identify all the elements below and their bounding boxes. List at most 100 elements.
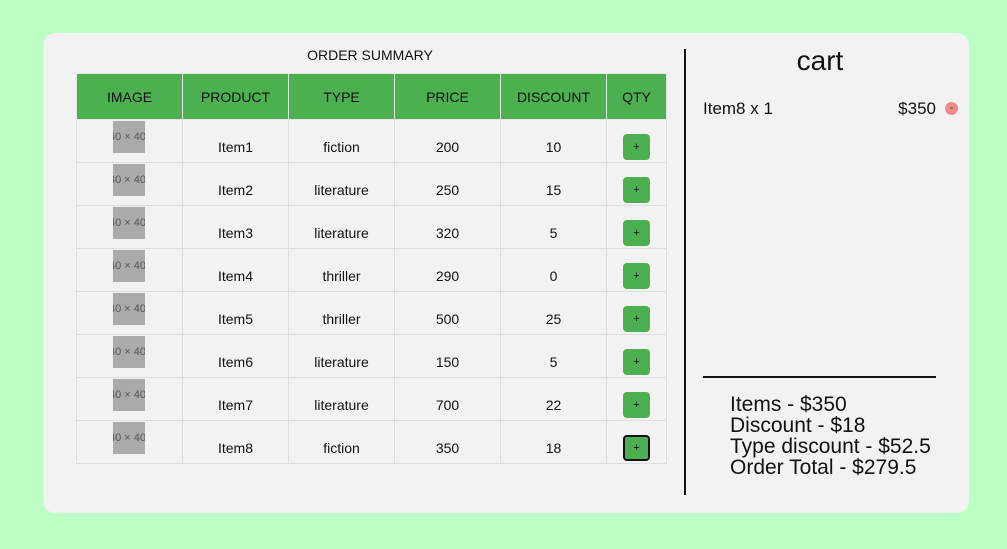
add-to-cart-button[interactable]: + [623,220,650,246]
product-price: 350 [435,440,460,456]
order-summary-table: IMAGE PRODUCT TYPE PRICE DISCOUNT QTY 40… [76,73,667,464]
product-price: 500 [435,311,460,327]
product-name: Item8 [217,440,253,456]
type-cell: literature [288,205,395,249]
product-name: Item2 [217,182,253,198]
price-cell: 320 [394,205,501,249]
product-name: Item7 [217,397,253,413]
product-image-placeholder: 40 × 40 [113,121,145,153]
product-image-placeholder: 40 × 40 [113,250,145,282]
image-cell: 40 × 40 [76,248,183,292]
add-to-cart-button[interactable]: + [623,392,650,418]
product-cell: Item1 [182,119,289,163]
qty-cell: + [606,205,667,249]
vertical-divider [684,49,686,495]
product-type: literature [314,354,369,370]
image-cell: 40 × 40 [76,377,183,421]
product-price: 150 [435,354,460,370]
product-image-placeholder: 40 × 40 [113,164,145,196]
cart-totals: Items - $350 Discount - $18 Type discoun… [730,394,931,478]
column-header-product: PRODUCT [182,73,289,120]
discount-cell: 18 [500,420,607,464]
column-header-type: TYPE [288,73,395,120]
product-discount: 5 [549,225,558,241]
price-cell: 700 [394,377,501,421]
price-cell: 500 [394,291,501,335]
remove-item-button[interactable]: - [945,102,958,115]
cart-title: cart [796,45,844,76]
add-to-cart-button[interactable]: + [623,134,650,160]
type-cell: literature [288,377,395,421]
table-header-row: IMAGE PRODUCT TYPE PRICE DISCOUNT QTY [76,73,667,120]
table-row: 40 × 40 Item5 thriller 500 25 + [76,291,667,335]
product-image-placeholder: 40 × 40 [113,379,145,411]
product-price: 320 [435,225,460,241]
discount-cell: 5 [500,205,607,249]
type-cell: fiction [288,119,395,163]
product-type: fiction [323,139,360,155]
product-price: 200 [435,139,460,155]
product-name: Item3 [217,225,253,241]
product-type: fiction [323,440,360,456]
product-cell: Item3 [182,205,289,249]
product-cell: Item5 [182,291,289,335]
product-discount: 25 [545,311,562,327]
table-row: 40 × 40 Item3 literature 320 5 + [76,205,667,249]
product-price: 250 [435,182,460,198]
image-cell: 40 × 40 [76,205,183,249]
qty-cell: + [606,162,667,206]
product-image-placeholder: 40 × 40 [113,293,145,325]
qty-cell: + [606,248,667,292]
image-cell: 40 × 40 [76,119,183,163]
qty-cell: + [606,420,667,464]
product-type: thriller [322,268,361,284]
price-cell: 250 [394,162,501,206]
product-name: Item1 [217,139,253,155]
table-row: 40 × 40 Item7 literature 700 22 + [76,377,667,421]
table-row: 40 × 40 Item8 fiction 350 18 + [76,420,667,464]
product-name: Item4 [217,268,253,284]
product-discount: 5 [549,354,558,370]
qty-cell: + [606,291,667,335]
cart-item: Item8 x 1 $350 - [703,99,959,119]
product-image-placeholder: 40 × 40 [113,207,145,239]
column-header-price: PRICE [394,73,501,120]
product-image-placeholder: 40 × 40 [113,336,145,368]
table-row: 40 × 40 Item2 literature 250 15 + [76,162,667,206]
product-cell: Item2 [182,162,289,206]
add-to-cart-button[interactable]: + [623,306,650,332]
product-type: literature [314,397,369,413]
product-image-placeholder: 40 × 40 [113,422,145,454]
product-name: Item6 [217,354,253,370]
add-to-cart-button[interactable]: + [623,263,650,289]
cart-item-price: $350 [898,99,936,118]
add-to-cart-button[interactable]: + [623,177,650,203]
table-row: 40 × 40 Item1 fiction 200 10 + [76,119,667,163]
add-to-cart-button[interactable]: + [623,349,650,375]
product-discount: 0 [549,268,558,284]
product-cell: Item8 [182,420,289,464]
type-cell: literature [288,334,395,378]
qty-cell: + [606,119,667,163]
add-to-cart-button[interactable]: + [623,435,650,461]
price-cell: 350 [394,420,501,464]
product-name: Item5 [217,311,253,327]
qty-cell: + [606,377,667,421]
product-cell: Item6 [182,334,289,378]
discount-cell: 0 [500,248,607,292]
discount-cell: 5 [500,334,607,378]
price-cell: 290 [394,248,501,292]
cart-item-label: Item8 x 1 [703,99,773,118]
qty-cell: + [606,334,667,378]
type-cell: literature [288,162,395,206]
discount-cell: 10 [500,119,607,163]
price-cell: 200 [394,119,501,163]
order-summary-title: ORDER SUMMARY [307,47,433,63]
image-cell: 40 × 40 [76,162,183,206]
type-cell: fiction [288,420,395,464]
product-cell: Item7 [182,377,289,421]
table-row: 40 × 40 Item4 thriller 290 0 + [76,248,667,292]
product-discount: 15 [545,182,562,198]
product-discount: 10 [545,139,562,155]
image-cell: 40 × 40 [76,420,183,464]
